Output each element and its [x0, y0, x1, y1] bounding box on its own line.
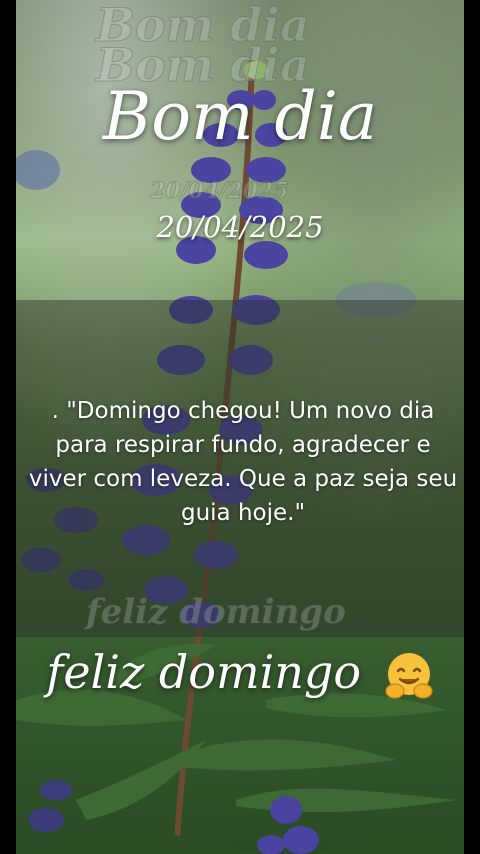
watermark-date: 20/04/2025 — [150, 178, 290, 205]
footer-text: feliz domingo — [46, 645, 362, 699]
watermark-footer: feliz domingo — [86, 592, 347, 633]
date-text: 20/04/2025 — [156, 210, 324, 244]
hugging-face-icon — [385, 653, 433, 699]
quote-text: . "Domingo chegou! Um novo dia para resp… — [28, 398, 458, 526]
greeting-card: Bom dia Bom dia 20/04/2025 feliz domingo… — [0, 0, 480, 854]
page-title: Bom dia — [102, 78, 378, 155]
footer-greeting: feliz domingo — [0, 645, 480, 701]
